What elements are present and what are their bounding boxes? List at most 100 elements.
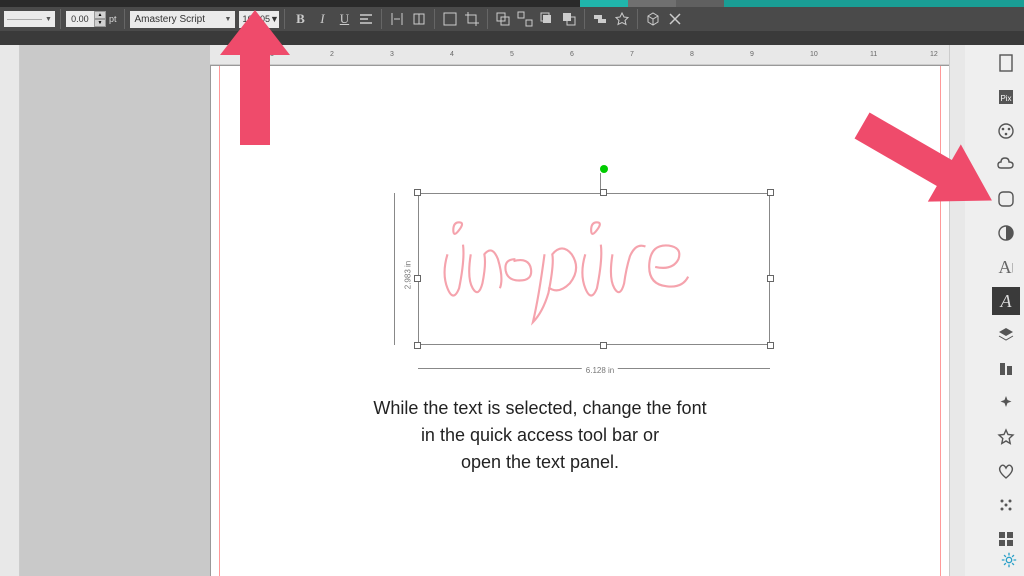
tab-panel-2[interactable] [628, 0, 676, 7]
ruler-tick: 8 [690, 51, 694, 58]
align-icon [358, 11, 374, 27]
spacing-button[interactable] [387, 9, 407, 29]
back-button[interactable] [559, 9, 579, 29]
rotation-stem [600, 173, 601, 189]
instruction-line-3: open the text panel. [280, 449, 800, 476]
kerning-icon [411, 11, 427, 27]
linestyle-section: ▼ [4, 7, 55, 31]
contrast-icon [996, 223, 1016, 243]
resize-handle-bm[interactable] [600, 342, 607, 349]
ruler-tick: 12 [930, 51, 938, 58]
align-panel-button[interactable] [992, 355, 1020, 383]
line-thickness-input[interactable]: 0.00 [66, 11, 94, 27]
resize-handle-mr[interactable] [767, 275, 774, 282]
weld-button[interactable] [590, 9, 610, 29]
instruction-line-2: in the quick access tool bar or [280, 422, 800, 449]
horizontal-ruler: 1 2 3 4 5 6 7 8 9 10 11 12 [210, 45, 964, 65]
ruler-tick: 9 [750, 51, 754, 58]
offset-button[interactable] [612, 9, 632, 29]
ruler-tick: 7 [630, 51, 634, 58]
text-style-panel-button[interactable]: A| [992, 253, 1020, 281]
replicate-panel-button[interactable] [992, 389, 1020, 417]
transform-icon [442, 11, 458, 27]
grid-panel-button[interactable] [992, 525, 1020, 553]
align-button[interactable] [356, 9, 376, 29]
kerning-button[interactable] [409, 9, 429, 29]
page-icon [996, 53, 1016, 73]
canvas-area[interactable]: 1 2 3 4 5 6 7 8 9 10 11 12 [210, 45, 964, 576]
pixscan-panel-button[interactable]: Pix [992, 83, 1020, 111]
quick-access-toolbar: ▼ 0.00 ▲ ▼ pt Amastery Script ▼ 160.05 ▼… [0, 7, 1024, 31]
contrast-panel-button[interactable] [992, 219, 1020, 247]
crop-button[interactable] [462, 9, 482, 29]
unit-label: pt [109, 14, 117, 24]
svg-text:Pix: Pix [1000, 94, 1011, 103]
group-icon [495, 11, 511, 27]
spacing-icon [389, 11, 405, 27]
font-name-value: Amastery Script [134, 14, 205, 25]
star-panel-button[interactable] [992, 423, 1020, 451]
chevron-down-icon: ▼ [45, 16, 52, 23]
caret-down-icon: ▼ [94, 19, 106, 27]
selected-text-object[interactable]: 6.128 in 2.983 in [400, 175, 800, 375]
heart-panel-button[interactable] [992, 457, 1020, 485]
ruler-tick: 5 [510, 51, 514, 58]
tab-panel-active[interactable] [580, 0, 628, 7]
resize-handle-tr[interactable] [767, 189, 774, 196]
toolbar-divider [381, 9, 382, 29]
letter-a-italic-icon: A [1001, 291, 1012, 312]
thickness-section: 0.00 ▲ ▼ pt [66, 7, 120, 31]
script-text-svg [430, 193, 760, 335]
underline-button[interactable]: U [334, 9, 354, 29]
heart-icon [996, 461, 1016, 481]
thickness-stepper[interactable]: ▲ ▼ [94, 11, 106, 27]
pix-icon: Pix [996, 87, 1016, 107]
sparkle-icon [996, 393, 1016, 413]
gear-icon [1000, 551, 1018, 569]
letter-a-icon: A [998, 257, 1011, 278]
toolbar-divider [584, 9, 585, 29]
resize-handle-bl[interactable] [414, 342, 421, 349]
italic-button[interactable]: I [312, 9, 332, 29]
grid-icon [996, 529, 1016, 549]
resize-handle-tl[interactable] [414, 189, 421, 196]
transform-button[interactable] [440, 9, 460, 29]
ungroup-button[interactable] [515, 9, 535, 29]
height-dimension-line [394, 193, 395, 345]
rotation-handle[interactable] [600, 165, 608, 173]
toolbar-divider [124, 9, 125, 29]
layers-panel-button[interactable] [992, 321, 1020, 349]
ruler-tick: 10 [810, 51, 818, 58]
ruler-tick: 11 [870, 51, 877, 58]
ruler-tick: 4 [450, 51, 454, 58]
resize-handle-ml[interactable] [414, 275, 421, 282]
ruler-tick: 2 [330, 51, 334, 58]
align-icon [996, 359, 1016, 379]
dots-icon [996, 495, 1016, 515]
3d-button[interactable] [643, 9, 663, 29]
annotation-arrow-text-panel [852, 108, 1002, 218]
crop-icon [464, 11, 480, 27]
toolbar-divider [637, 9, 638, 29]
text-panel-button[interactable]: A [992, 287, 1020, 315]
rhinestone-panel-button[interactable] [992, 491, 1020, 519]
tab-panel-3[interactable] [676, 0, 724, 7]
height-dimension-label: 2.983 in [404, 257, 413, 293]
ungroup-icon [517, 11, 533, 27]
sub-toolbar-strip [0, 31, 1024, 45]
caret-up-icon: ▲ [94, 11, 106, 19]
resize-handle-br[interactable] [767, 342, 774, 349]
pasteboard-left [20, 45, 210, 576]
close-button[interactable] [665, 9, 685, 29]
toolbar-divider [487, 9, 488, 29]
line-style-dropdown[interactable]: ▼ [4, 11, 55, 27]
ruler-tick: 6 [570, 51, 574, 58]
group-button[interactable] [493, 9, 513, 29]
page-setup-panel-button[interactable] [992, 49, 1020, 77]
close-icon [667, 11, 683, 27]
star-icon [996, 427, 1016, 447]
settings-button[interactable] [1000, 551, 1018, 574]
front-button[interactable] [537, 9, 557, 29]
ruler-tick: 3 [390, 51, 394, 58]
width-dimension-label: 6.128 in [582, 366, 618, 375]
